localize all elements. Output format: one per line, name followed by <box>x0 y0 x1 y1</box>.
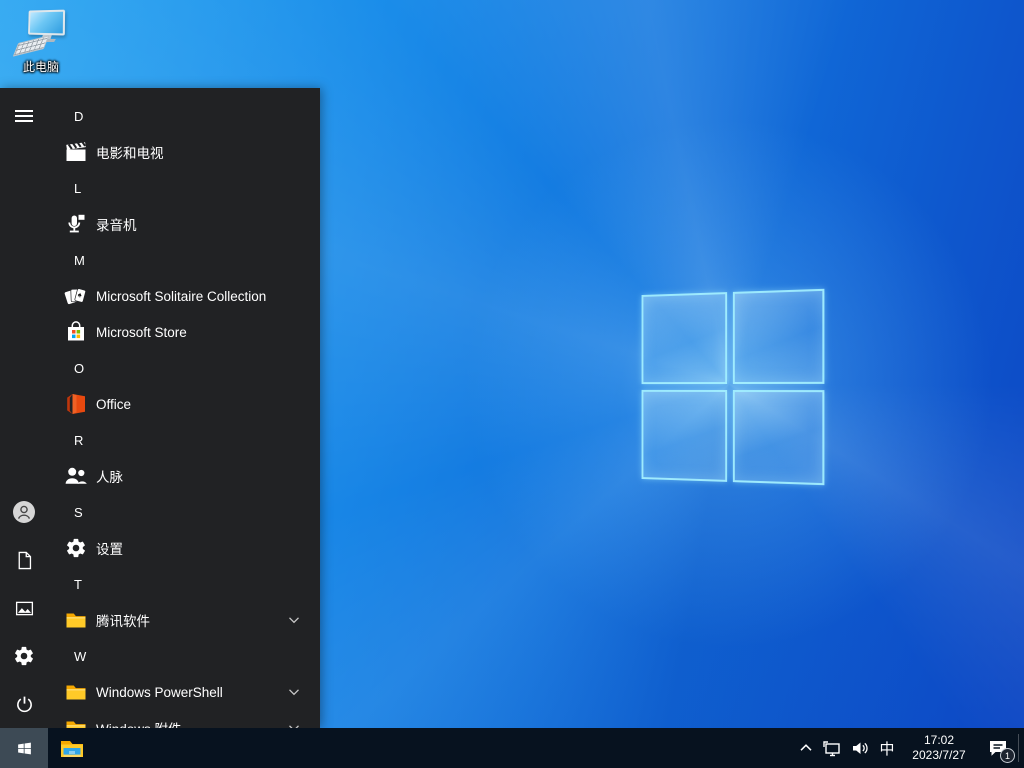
app-item[interactable]: Microsoft Store <box>48 314 320 350</box>
gear-icon <box>64 536 88 560</box>
this-pc-icon <box>12 8 67 57</box>
app-item[interactable]: 腾讯软件 <box>48 602 320 638</box>
folder-icon <box>64 608 88 632</box>
app-group-letter[interactable]: D <box>48 98 320 134</box>
app-group-letter[interactable]: L <box>48 170 320 206</box>
start-rail-power-button[interactable] <box>0 680 48 728</box>
start-button[interactable] <box>0 728 48 768</box>
app-group-letter[interactable]: T <box>48 566 320 602</box>
app-item-label: Microsoft Solitaire Collection <box>96 288 267 304</box>
start-rail-pictures-button[interactable] <box>0 584 48 632</box>
hamburger-icon <box>15 107 33 125</box>
keyboard <box>12 35 50 57</box>
app-item[interactable]: 设置 <box>48 530 320 566</box>
movies-tv-icon <box>64 140 88 164</box>
solitaire-icon: ♠ <box>64 284 88 308</box>
taskbar: 中 17:02 2023/7/27 1 <box>0 728 1024 768</box>
app-group-letter[interactable]: W <box>48 638 320 674</box>
logo-pane <box>732 288 825 384</box>
desktop-icon-this-pc[interactable]: 此电脑 <box>12 8 70 75</box>
app-item[interactable]: ♠ Microsoft Solitaire Collection <box>48 278 320 314</box>
start-rail-documents-button[interactable] <box>0 536 48 584</box>
volume-icon <box>850 738 870 758</box>
people-icon <box>64 464 88 488</box>
volume-button[interactable] <box>846 728 874 768</box>
app-item[interactable]: 人脉 <box>48 458 320 494</box>
logo-pane <box>641 389 728 482</box>
chevron-down-icon[interactable] <box>286 720 302 728</box>
hidden-icons-button[interactable] <box>794 728 818 768</box>
chevron-down-icon[interactable] <box>286 612 302 628</box>
clock[interactable]: 17:02 2023/7/27 <box>900 728 978 768</box>
app-item-label: Office <box>96 396 132 412</box>
desktop-icon-label: 此电脑 <box>22 60 59 74</box>
app-item-label: 设置 <box>96 542 123 557</box>
voice-recorder-icon <box>64 212 88 236</box>
store-icon <box>64 320 88 344</box>
app-group-letter[interactable]: M <box>48 242 320 278</box>
windows-wallpaper-logo <box>641 288 825 486</box>
app-item[interactable]: Windows PowerShell <box>48 674 320 710</box>
network-icon <box>822 738 842 758</box>
start-rail-user-account-button[interactable] <box>0 488 48 536</box>
windows-logo-icon <box>16 740 33 757</box>
app-item-label: Windows 附件 <box>96 718 182 728</box>
app-item[interactable]: Windows 附件 <box>48 710 320 728</box>
power-icon <box>14 694 35 715</box>
folder-icon <box>64 716 88 728</box>
chevron-down-icon[interactable] <box>286 684 302 700</box>
show-desktop-button[interactable] <box>1019 728 1024 768</box>
folder-icon <box>64 680 88 704</box>
ime-indicator[interactable]: 中 <box>874 728 900 768</box>
app-item-label: 人脉 <box>96 470 123 485</box>
monitor-screen <box>28 9 66 36</box>
user-icon <box>12 500 36 524</box>
clock-time: 17:02 <box>923 733 955 747</box>
app-item[interactable]: 录音机 <box>48 206 320 242</box>
start-rail-expand-button[interactable] <box>0 92 48 140</box>
gear-icon <box>13 645 35 667</box>
start-rail-settings-button[interactable] <box>0 632 48 680</box>
logo-pane <box>641 292 728 385</box>
notification-badge: 1 <box>1000 748 1015 763</box>
chevron-up-icon <box>798 740 814 756</box>
office-icon <box>64 392 88 416</box>
app-item-label: 腾讯软件 <box>96 614 150 629</box>
document-icon <box>14 550 35 571</box>
pictures-icon <box>14 598 35 619</box>
app-group-letter[interactable]: S <box>48 494 320 530</box>
start-menu: D 电影和电视 L 录音机 M ♠ Microsoft Solitaire Collecti… <box>0 88 320 728</box>
app-item-label: Windows PowerShell <box>96 684 223 700</box>
app-item[interactable]: 电影和电视 <box>48 134 320 170</box>
network-status-button[interactable] <box>818 728 846 768</box>
app-item-label: 录音机 <box>96 218 137 233</box>
start-menu-app-list: D 电影和电视 L 录音机 M ♠ Microsoft Solitaire Collecti… <box>48 98 320 728</box>
start-menu-rail <box>0 88 48 728</box>
app-group-letter[interactable]: R <box>48 422 320 458</box>
taskbar-item-file-explorer[interactable] <box>48 728 96 768</box>
system-tray: 中 17:02 2023/7/27 1 <box>794 728 1024 768</box>
app-group-letter[interactable]: O <box>48 350 320 386</box>
action-center-button[interactable]: 1 <box>978 728 1018 768</box>
logo-pane <box>732 390 825 486</box>
clock-date: 2023/7/27 <box>912 748 966 762</box>
app-item-label: 电影和电视 <box>96 146 164 161</box>
file-explorer-icon <box>59 735 85 761</box>
app-item[interactable]: Office <box>48 386 320 422</box>
app-item-label: Microsoft Store <box>96 324 187 340</box>
